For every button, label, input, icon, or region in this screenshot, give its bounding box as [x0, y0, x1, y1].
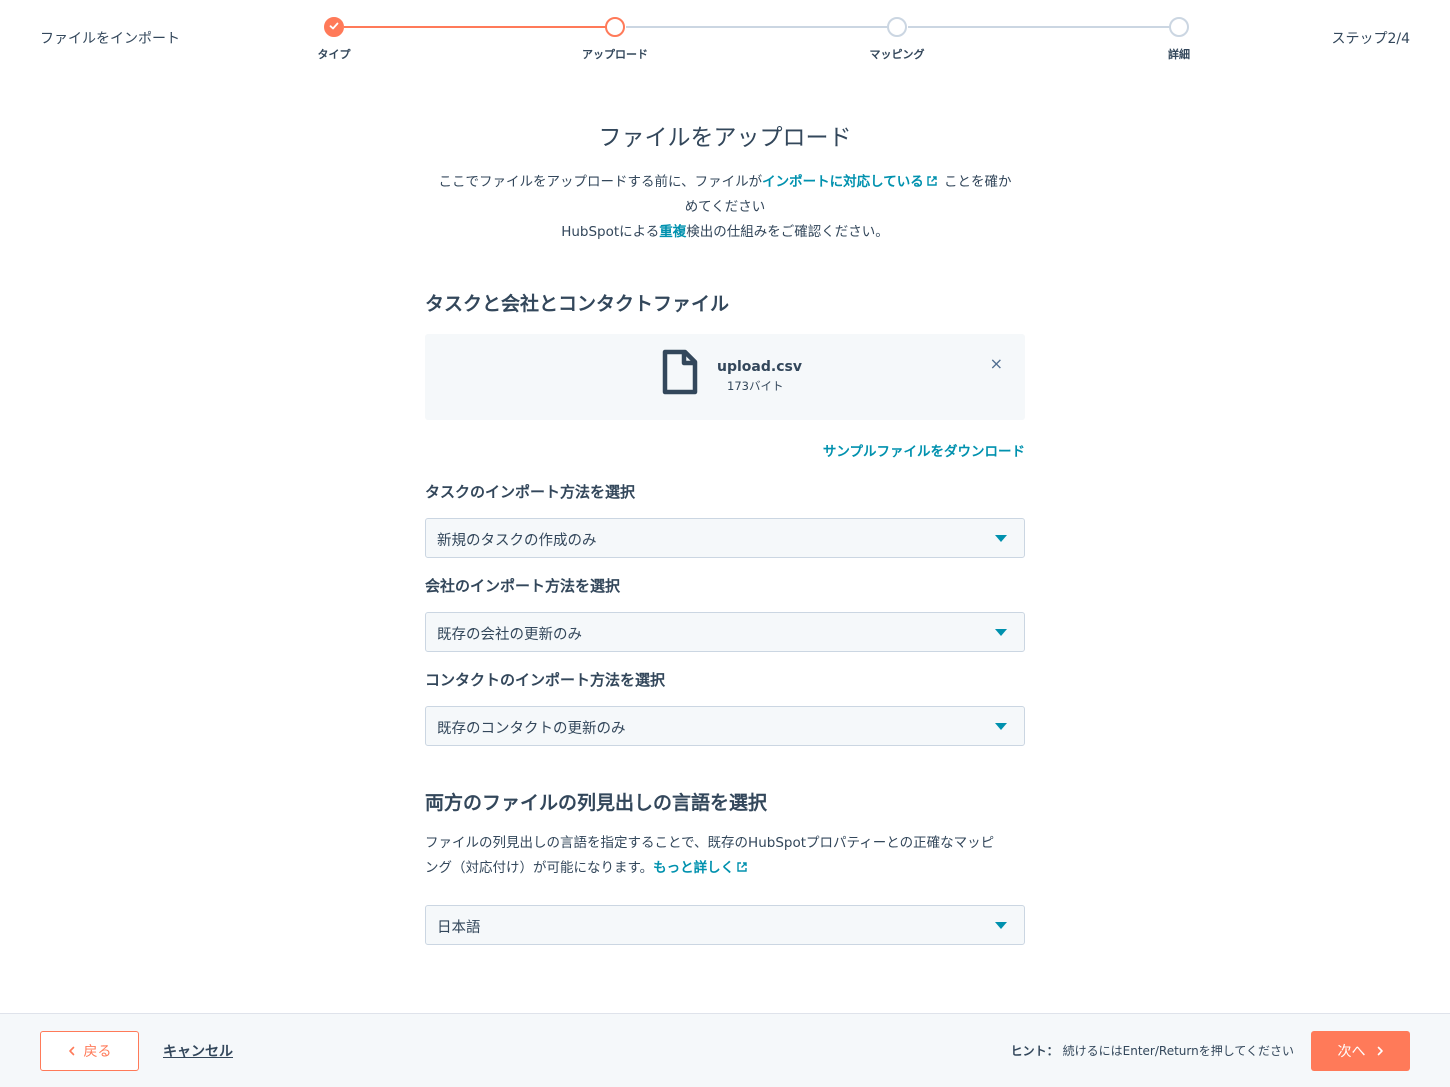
- step-label-upload: アップロード: [582, 48, 648, 61]
- intro-text-line1-post: ことを確か: [944, 174, 1012, 190]
- hint-label: ヒント：: [1010, 1044, 1059, 1058]
- page-title: ファイルをアップロード: [598, 125, 852, 151]
- task-import-value: 新規のタスクの作成のみ: [437, 533, 597, 549]
- file-section-title: タスクと会社とコンタクトファイル: [425, 293, 730, 315]
- remove-file-button[interactable]: ×: [990, 354, 1003, 373]
- step-connector-3: [908, 26, 1170, 28]
- contact-import-label: コンタクトのインポート方法を選択: [425, 671, 666, 689]
- uploaded-file-card: upload.csv 173バイト ×: [425, 334, 1025, 420]
- intro-text: ここでファイルをアップロードする前に、ファイルがインポートに対応している ことを…: [425, 170, 1025, 245]
- step-dot-details: [1169, 17, 1189, 37]
- language-section-title: 両方のファイルの列見出しの言語を選択: [425, 792, 768, 814]
- caret-down-icon: [995, 922, 1007, 929]
- external-link-icon[interactable]: [736, 861, 748, 873]
- company-import-label: 会社のインポート方法を選択: [425, 577, 621, 595]
- import-support-link[interactable]: インポートに対応している: [762, 174, 924, 190]
- step-label-mapping: マッピング: [869, 48, 925, 61]
- external-link-icon[interactable]: [926, 175, 938, 187]
- task-import-label: タスクのインポート方法を選択: [425, 483, 636, 501]
- back-button-label: 戻る: [83, 1044, 112, 1060]
- cancel-button[interactable]: キャンセル: [163, 1041, 233, 1061]
- company-import-value: 既存の会社の更新のみ: [437, 627, 582, 643]
- caret-down-icon: [995, 723, 1007, 730]
- contact-import-select[interactable]: 既存のコンタクトの更新のみ: [425, 706, 1025, 746]
- keyboard-hint: ヒント： 続けるにはEnter/Returnを押してください: [1011, 1042, 1294, 1059]
- task-import-select[interactable]: 新規のタスクの作成のみ: [425, 518, 1025, 558]
- language-description: ファイルの列見出しの言語を指定することで、既存のHubSpotプロパティーとの正…: [425, 831, 1025, 881]
- company-import-select[interactable]: 既存の会社の更新のみ: [425, 612, 1025, 652]
- chevron-left-icon: [68, 1046, 74, 1056]
- language-value: 日本語: [437, 920, 481, 936]
- file-icon: [662, 349, 698, 395]
- progress-stepper: タイプ アップロード マッピング 詳細: [0, 0, 1450, 70]
- upload-panel: ファイルをアップロード ここでファイルをアップロードする前に、ファイルがインポー…: [425, 110, 1025, 945]
- language-desc-line1: ファイルの列見出しの言語を指定することで、既存のHubSpotプロパティーとの正…: [425, 835, 995, 851]
- download-sample-link[interactable]: サンプルファイルをダウンロード: [425, 440, 1025, 460]
- step-connector-2: [626, 26, 888, 28]
- contact-import-value: 既存のコンタクトの更新のみ: [437, 721, 626, 737]
- caret-down-icon: [995, 535, 1007, 542]
- language-select[interactable]: 日本語: [425, 905, 1025, 945]
- duplicates-link[interactable]: 重複: [659, 224, 686, 240]
- intro-text-line2: めてください: [684, 199, 766, 215]
- hint-text: 続けるにはEnter/Returnを押してください: [1062, 1044, 1294, 1058]
- language-desc-line2: ング（対応付け）が可能になります。: [425, 860, 654, 876]
- intro-text-line3-pre: HubSpotによる: [561, 224, 660, 240]
- intro-text-line1-pre: ここでファイルをアップロードする前に、ファイルが: [438, 174, 763, 190]
- chevron-right-icon: [1377, 1046, 1383, 1056]
- step-label-type: タイプ: [317, 48, 351, 61]
- step-counter: ステップ2/4: [1331, 31, 1410, 47]
- file-name: upload.csv: [717, 359, 802, 375]
- step-dot-upload: [605, 17, 625, 37]
- step-label-details: 詳細: [1168, 48, 1190, 61]
- next-button-label: 次へ: [1337, 1044, 1366, 1060]
- step-dot-type: [324, 17, 344, 37]
- intro-text-line3-post: 検出の仕組みをご確認ください。: [686, 224, 889, 240]
- check-icon: [329, 22, 339, 30]
- back-button[interactable]: 戻る: [40, 1031, 139, 1071]
- next-button[interactable]: 次へ: [1311, 1031, 1410, 1071]
- step-connector-1: [344, 26, 606, 28]
- step-dot-mapping: [887, 17, 907, 37]
- file-size: 173バイト: [727, 379, 784, 393]
- caret-down-icon: [995, 629, 1007, 636]
- footer-bar: 戻る キャンセル ヒント： 続けるにはEnter/Returnを押してください 次…: [0, 1013, 1450, 1087]
- import-header: ファイルをインポート タイプ アップロード マッピング 詳細 ステップ2/4: [0, 0, 1450, 80]
- learn-more-link[interactable]: もっと詳しく: [653, 860, 734, 876]
